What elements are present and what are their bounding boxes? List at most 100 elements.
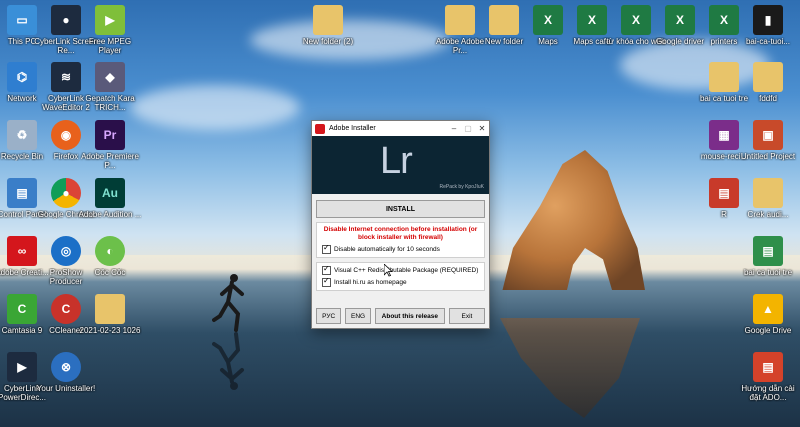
desktop-icon-free-mpeg-player[interactable]: ▶ Free MPEG Player <box>78 5 142 55</box>
runner-reflection <box>212 332 244 390</box>
desktop-icon-label: Free MPEG Player <box>88 37 132 55</box>
media-player-icon: ▶ <box>95 5 125 35</box>
document-icon: ▤ <box>753 352 783 382</box>
desktop-icon-bai-ca-tuoi-tre-doc[interactable]: ▤ bai ca tuoi tre <box>736 236 800 277</box>
runner-silhouette <box>212 274 244 332</box>
document-icon: ▤ <box>753 236 783 266</box>
desktop-icon-bai-ca-tuoi-file[interactable]: ▮ bai-ca-tuoi... <box>736 5 800 46</box>
desktop-icon-premiere[interactable]: Pr Adobe Premiere P... <box>78 120 142 170</box>
exit-button[interactable]: Exit <box>448 308 485 324</box>
installer-title: Adobe Installer <box>329 125 376 132</box>
excel-icon: X <box>577 5 607 35</box>
premiere-icon: Pr <box>95 120 125 150</box>
proshow-icon: ◎ <box>51 236 81 266</box>
ccleaner-icon: C <box>51 294 81 324</box>
maximize-icon[interactable]: ▢ <box>461 124 475 133</box>
desktop-icon-audition[interactable]: Au Adobe Audition ... <box>78 178 142 219</box>
about-release-button[interactable]: About this release <box>374 308 445 324</box>
desktop-icon-google-drive[interactable]: ▲ Google Drive <box>736 294 800 335</box>
desktop-icon-folder-2021[interactable]: 2021-02-23 1026 <box>78 294 142 335</box>
desktop-icon-label: Your Uninstaller! <box>36 384 96 393</box>
bottom-button-row: РУС ENG About this release Exit <box>316 308 485 324</box>
close-icon[interactable]: ✕ <box>475 124 489 133</box>
desktop-icon-gepatch[interactable]: ◆ Gepatch Kara TRICH... <box>78 62 142 112</box>
folder-icon <box>489 5 519 35</box>
excel-icon: X <box>621 5 651 35</box>
mouse-cursor-icon <box>384 264 393 277</box>
excel-icon: X <box>533 5 563 35</box>
desktop-icon-label: fddfd <box>759 94 777 103</box>
computer-icon: ▭ <box>7 5 37 35</box>
file-icon: ▮ <box>753 5 783 35</box>
desktop-icon-label: Google Drive <box>744 326 792 335</box>
desktop-icon-uninstaller[interactable]: ⊗ Your Uninstaller! <box>34 352 98 393</box>
repack-credit: RePack by KpoJIuK <box>439 184 484 190</box>
checkbox-checked-icon <box>322 264 331 275</box>
audition-icon: Au <box>95 178 125 208</box>
warning-panel: Disable Internet connection before insta… <box>316 222 485 258</box>
desktop-icon-label: 2021-02-23 1026 <box>79 326 141 335</box>
screen-recorder-icon: ● <box>51 5 81 35</box>
powerdirector-icon: ▶ <box>7 352 37 382</box>
lightroom-banner: Lr RePack by KpoJIuK <box>312 136 489 194</box>
desktop-icon-label: Adobe Audition ... <box>78 210 142 219</box>
desktop-icon-label: bai-ca-tuoi... <box>745 37 791 46</box>
control-panel-icon: ▤ <box>7 178 37 208</box>
project-icon: ▣ <box>753 120 783 150</box>
installer-window: Adobe Installer – ▢ ✕ Lr RePack by KpoJI… <box>311 120 490 329</box>
desktop-icon-label: Hướng dẫn cài đặt ADO... <box>741 384 795 402</box>
desktop-icon-coccoc[interactable]: ◐ Cốc Cốc <box>78 236 142 277</box>
checkbox-checked-icon <box>322 276 331 287</box>
desktop-icon-new-folder-2[interactable]: New folder (2) <box>296 5 360 46</box>
camtasia-icon: C <box>7 294 37 324</box>
folder-icon <box>445 5 475 35</box>
file-icon: ▤ <box>709 178 739 208</box>
winrar-icon: ▦ <box>709 120 739 150</box>
checkbox-label: Visual C++ Redistributable Package (REQU… <box>334 267 479 274</box>
minimize-icon[interactable]: – <box>447 124 461 133</box>
desktop-icon-label: Cốc Cốc <box>94 268 126 277</box>
desktop-icon-huong-dan[interactable]: ▤ Hướng dẫn cài đặt ADO... <box>736 352 800 402</box>
firefox-icon: ◉ <box>51 120 81 150</box>
google-drive-icon: ▲ <box>753 294 783 324</box>
folder-icon <box>95 294 125 324</box>
adobe-logo-icon <box>315 123 325 134</box>
internet-warning: Disable Internet connection before insta… <box>323 226 478 241</box>
desktop-icon-label: New folder (2) <box>302 37 354 46</box>
creative-cloud-icon: ∞ <box>7 236 37 266</box>
desktop-icon-label: bai ca tuoi tre <box>743 268 793 277</box>
checkbox-label: Disable automatically for 10 seconds <box>334 246 440 253</box>
folder-icon <box>753 62 783 92</box>
disable-auto-checkbox[interactable]: Disable automatically for 10 seconds <box>322 243 479 254</box>
options-panel: Visual C++ Redistributable Package (REQU… <box>316 262 485 291</box>
sea-rock-arch <box>502 150 645 290</box>
desktop-icon-fddfd[interactable]: fddfd <box>736 62 800 103</box>
excel-icon: X <box>665 5 695 35</box>
excel-icon: X <box>709 5 739 35</box>
sea-rock-reflection <box>500 318 640 418</box>
install-button[interactable]: INSTALL <box>316 200 485 218</box>
desktop-icon-label: Crek audi... <box>747 210 789 219</box>
cloud <box>130 85 300 130</box>
chrome-icon: ● <box>51 178 81 208</box>
vcpp-checkbox[interactable]: Visual C++ Redistributable Package (REQU… <box>322 264 479 275</box>
network-icon: ⌬ <box>7 62 37 92</box>
checkbox-checked-icon <box>322 243 331 254</box>
desktop-icon-label: Gepatch Kara TRICH... <box>85 94 135 112</box>
installer-titlebar[interactable]: Adobe Installer – ▢ ✕ <box>312 121 489 136</box>
uninstaller-icon: ⊗ <box>51 352 81 382</box>
checkbox-label: Install hi.ru as homepage <box>334 279 407 286</box>
folder-icon <box>753 178 783 208</box>
english-language-button[interactable]: ENG <box>345 308 371 324</box>
desktop-icon-label: Untitled Project <box>740 152 796 161</box>
desktop-icon-crek-audi[interactable]: Crek audi... <box>736 178 800 219</box>
wave-editor-icon: ≋ <box>51 62 81 92</box>
russian-language-button[interactable]: РУС <box>316 308 342 324</box>
recycle-bin-icon: ♻ <box>7 120 37 150</box>
lightroom-logo: Lr <box>380 140 413 182</box>
hiru-homepage-checkbox[interactable]: Install hi.ru as homepage <box>322 276 479 287</box>
folder-icon <box>313 5 343 35</box>
folder-icon <box>709 62 739 92</box>
desktop-icon-label: Adobe Premiere P... <box>81 152 139 170</box>
desktop-icon-untitled-project[interactable]: ▣ Untitled Project <box>736 120 800 161</box>
